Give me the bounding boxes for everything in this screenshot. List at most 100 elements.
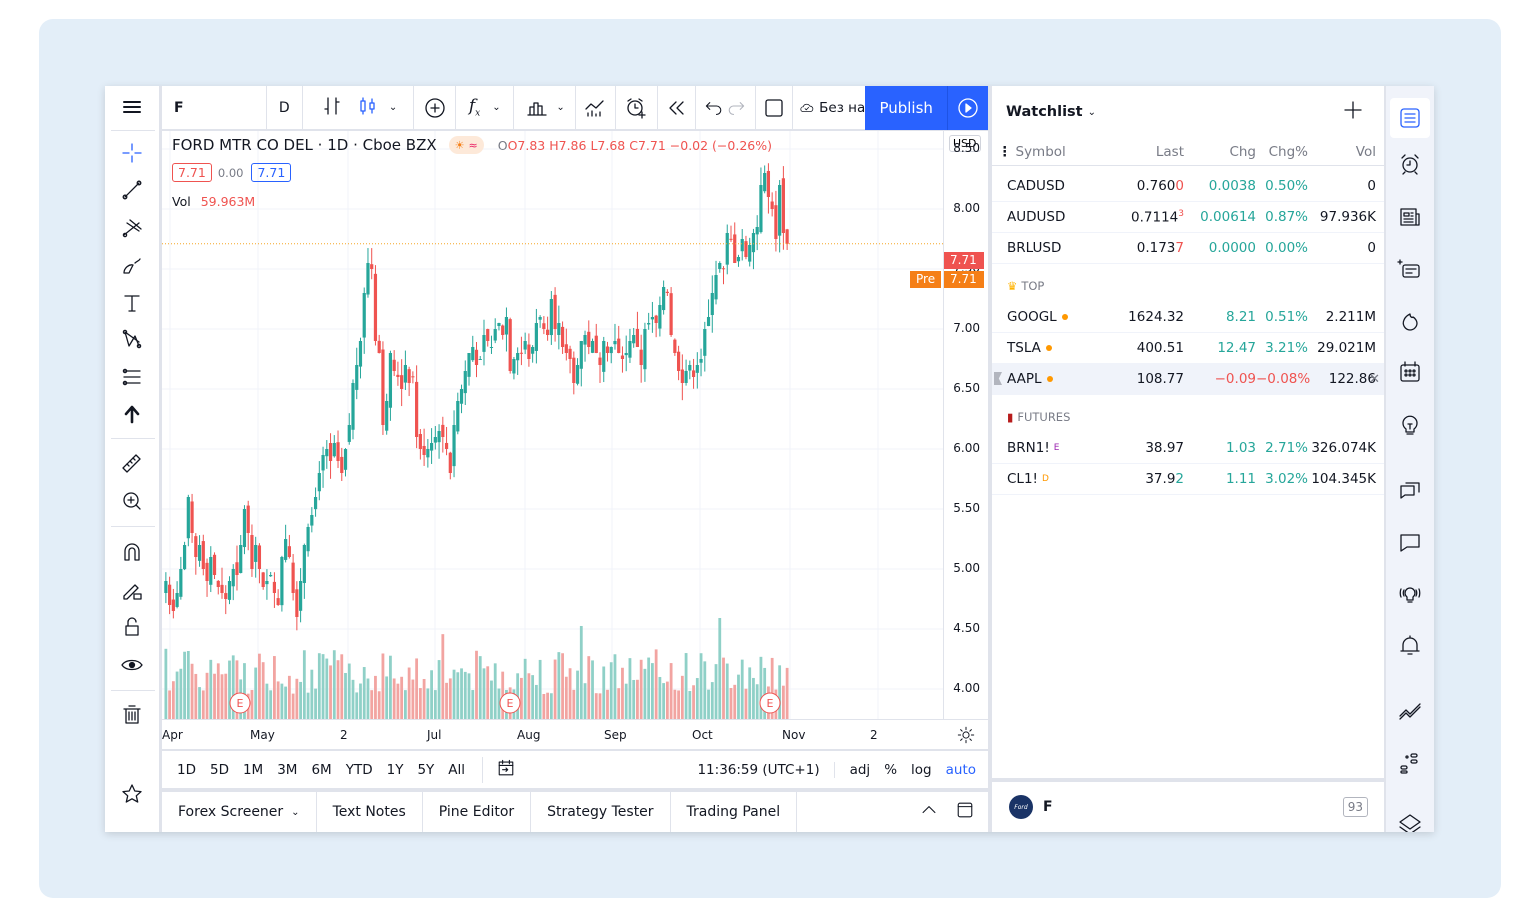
range-ytd[interactable]: YTD bbox=[339, 762, 380, 778]
add-symbol-icon[interactable] bbox=[1340, 97, 1366, 127]
calendar-icon[interactable] bbox=[1395, 357, 1425, 387]
chevron-down-icon[interactable]: ⌄ bbox=[492, 102, 500, 113]
watchlist-row[interactable]: TSLA 400.51 12.47 3.21% 29.021M bbox=[992, 333, 1384, 364]
time-axis[interactable]: Apr May 2 Jul Aug Sep Oct Nov 2 bbox=[162, 719, 988, 749]
trash-icon[interactable] bbox=[118, 701, 146, 729]
ask-button[interactable]: 7.71 bbox=[251, 163, 292, 182]
chevron-down-icon[interactable]: ⌄ bbox=[1088, 107, 1096, 118]
bid-button[interactable]: 7.71 bbox=[172, 163, 212, 182]
footer-badge[interactable]: 93 bbox=[1342, 797, 1368, 817]
go-to-date-icon[interactable] bbox=[482, 756, 517, 783]
drag-handle-icon[interactable]: ⋮ bbox=[998, 144, 1012, 160]
indicators-button[interactable]: fx ⌄ bbox=[456, 86, 515, 130]
watchlist-row[interactable]: AUDUSD 0.71143 0.00614 0.87% 97.936K bbox=[992, 202, 1384, 233]
log-toggle[interactable]: log bbox=[904, 762, 939, 778]
range-5y[interactable]: 5Y bbox=[410, 762, 441, 778]
hotlist-flame-icon[interactable] bbox=[1395, 306, 1425, 336]
range-5d[interactable]: 5D bbox=[203, 762, 236, 778]
bars-icon[interactable] bbox=[319, 93, 345, 123]
watchlist-row[interactable]: CADUSD 0.7600 0.0038 0.50% 0 bbox=[992, 171, 1384, 202]
watchlist-row[interactable]: CL1! D 37.92 1.11 3.02% 104.345K bbox=[992, 464, 1384, 495]
forecast-icon[interactable] bbox=[118, 363, 146, 391]
chat-icon[interactable] bbox=[1395, 527, 1425, 557]
lightbulb-icon[interactable] bbox=[1395, 410, 1425, 440]
watchlist-row[interactable]: BRN1! E 38.97 1.03 2.71% 326.074K bbox=[992, 433, 1384, 464]
star-icon[interactable] bbox=[118, 780, 146, 808]
collapse-panel-icon[interactable] bbox=[918, 797, 940, 827]
column-chgpct[interactable]: Chg% bbox=[1256, 144, 1308, 160]
column-chg[interactable]: Chg bbox=[1184, 144, 1256, 160]
watchlist-title[interactable]: Watchlist bbox=[1006, 104, 1083, 120]
fullscreen-button[interactable] bbox=[756, 86, 794, 130]
range-6m[interactable]: 6M bbox=[304, 762, 338, 778]
tab-forex-screener[interactable]: Forex Screener ⌄ bbox=[162, 792, 317, 832]
replay-button[interactable] bbox=[658, 86, 696, 130]
range-3m[interactable]: 3M bbox=[270, 762, 304, 778]
save-layout-button[interactable]: Без на bbox=[793, 86, 865, 130]
watchlist-row[interactable]: BRLUSD 0.1737 0.0000 0.00% 0 bbox=[992, 233, 1384, 264]
symbol-details-footer[interactable]: Ford F 93 bbox=[992, 782, 1384, 832]
auto-toggle[interactable]: auto bbox=[939, 762, 988, 778]
publish-button[interactable]: Publish bbox=[865, 86, 949, 130]
brush-icon[interactable] bbox=[118, 252, 146, 280]
candlestick-chart[interactable]: EEE bbox=[162, 131, 943, 719]
section-header[interactable]: ▮ FUTURES bbox=[992, 395, 1384, 433]
chart-pane[interactable]: E E E FORD MTR CO DEL · 1D · Cboe BZX ☀ ≈ … bbox=[162, 131, 988, 749]
compare-add-button[interactable] bbox=[414, 86, 457, 130]
candles-icon[interactable] bbox=[355, 93, 381, 123]
tab-pine-editor[interactable]: Pine Editor bbox=[423, 792, 532, 832]
remove-symbol-icon[interactable]: ✕ bbox=[1369, 372, 1380, 387]
undo-icon[interactable] bbox=[703, 93, 725, 123]
range-1y[interactable]: 1Y bbox=[380, 762, 411, 778]
text-tool-icon[interactable] bbox=[118, 289, 146, 317]
ideas-stream-icon[interactable] bbox=[1395, 254, 1425, 284]
range-1m[interactable]: 1M bbox=[236, 762, 270, 778]
percent-toggle[interactable]: % bbox=[877, 762, 904, 778]
news-icon[interactable] bbox=[1395, 202, 1425, 232]
legend-title[interactable]: FORD MTR CO DEL · 1D · Cboe BZX bbox=[172, 136, 437, 154]
column-last[interactable]: Last bbox=[1092, 144, 1184, 160]
symbol-search[interactable]: F bbox=[162, 86, 267, 130]
notifications-bell-icon[interactable] bbox=[1395, 630, 1425, 660]
alert-button[interactable] bbox=[616, 86, 658, 130]
chart-settings-icon[interactable] bbox=[956, 725, 976, 749]
layers-icon[interactable] bbox=[1395, 808, 1425, 832]
tab-text-notes[interactable]: Text Notes bbox=[317, 792, 423, 832]
arrow-up-icon[interactable] bbox=[118, 400, 146, 428]
chart-layout-button[interactable] bbox=[576, 86, 616, 130]
column-symbol[interactable]: Symbol bbox=[1016, 144, 1066, 160]
alarm-clock-icon[interactable] bbox=[1395, 149, 1425, 179]
price-axis[interactable]: USD 8.508.007.507.006.506.005.505.004.50… bbox=[943, 131, 988, 721]
chevron-down-icon[interactable]: ⌄ bbox=[556, 102, 564, 113]
lock-drawings-icon[interactable] bbox=[118, 576, 146, 604]
magnet-icon[interactable] bbox=[118, 538, 146, 566]
watchlist-row[interactable]: AAPL 108.77 −0.09 −0.08% 122.86 ✕ bbox=[992, 364, 1384, 395]
redo-icon[interactable] bbox=[725, 93, 747, 123]
tab-strategy-tester[interactable]: Strategy Tester bbox=[531, 792, 671, 832]
ruler-icon[interactable] bbox=[118, 450, 146, 478]
market-status-badge[interactable]: ☀ ≈ bbox=[448, 136, 484, 154]
maximize-panel-icon[interactable] bbox=[954, 797, 976, 827]
range-1d[interactable]: 1D bbox=[170, 762, 203, 778]
menu-icon[interactable] bbox=[118, 93, 146, 121]
templates-button[interactable]: ⌄ bbox=[514, 86, 576, 130]
section-header[interactable]: ♛ TOP bbox=[992, 264, 1384, 302]
eye-icon[interactable] bbox=[118, 651, 146, 679]
chevron-down-icon[interactable]: ⌄ bbox=[291, 807, 299, 818]
pattern-icon[interactable] bbox=[118, 325, 146, 353]
crosshair-icon[interactable] bbox=[118, 139, 146, 167]
adj-toggle[interactable]: adj bbox=[843, 762, 878, 778]
chevron-down-icon[interactable]: ⌄ bbox=[389, 102, 397, 113]
zoom-in-icon[interactable] bbox=[118, 487, 146, 515]
lock-icon[interactable] bbox=[118, 613, 146, 641]
publish-play-button[interactable] bbox=[948, 86, 988, 130]
trend-line-icon[interactable] bbox=[118, 176, 146, 204]
watchlist-row[interactable]: GOOGL 1624.32 8.21 0.51% 2.211M bbox=[992, 302, 1384, 333]
interval-button[interactable]: D bbox=[267, 86, 303, 130]
order-panel-icon[interactable] bbox=[1395, 696, 1425, 726]
clock-timezone[interactable]: 11:36:59 (UTC+1) bbox=[697, 761, 835, 778]
dom-icon[interactable] bbox=[1395, 748, 1425, 778]
watchlist-icon[interactable] bbox=[1390, 98, 1430, 138]
tab-trading-panel[interactable]: Trading Panel bbox=[671, 792, 798, 832]
chats-icon[interactable] bbox=[1395, 476, 1425, 506]
